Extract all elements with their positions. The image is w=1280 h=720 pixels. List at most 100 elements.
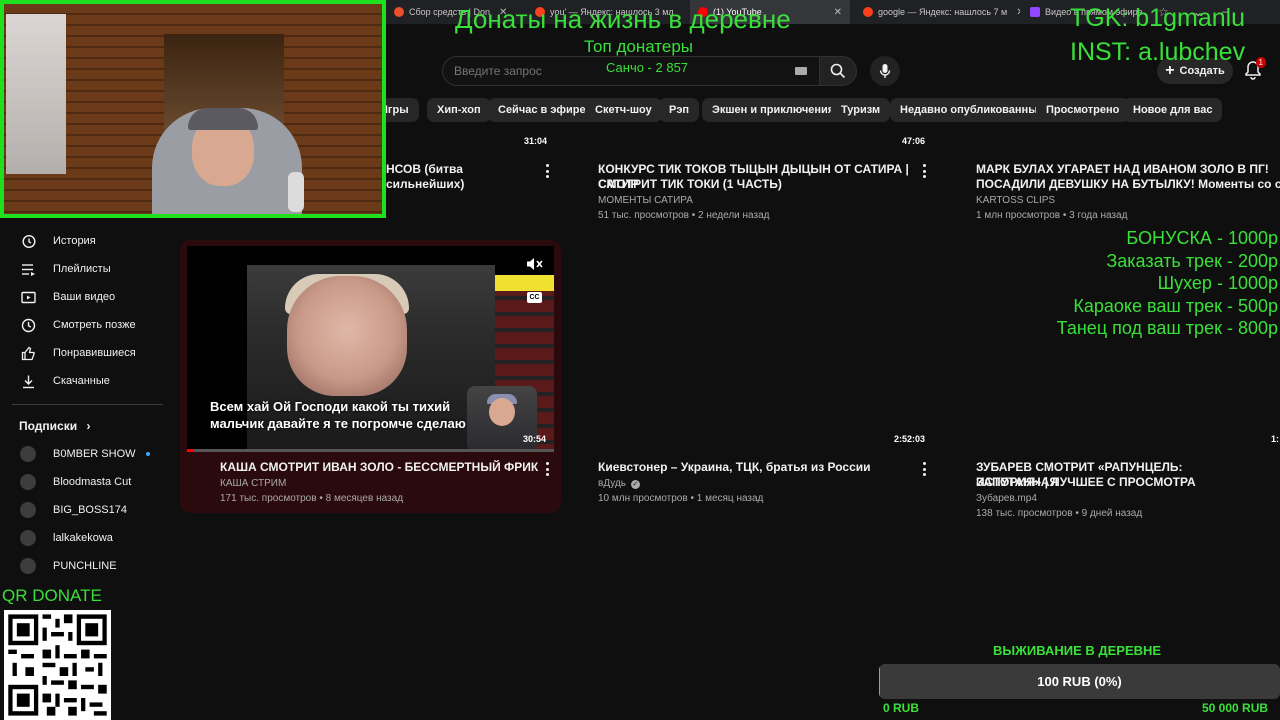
- subscription-label: lalkakekowa: [53, 532, 113, 544]
- sidebar-item-label: Понравившиеся: [53, 347, 136, 359]
- subscription-item[interactable]: B0MBER SHOW: [0, 440, 165, 468]
- channel-avatar: [20, 558, 36, 574]
- preview-progress-bar[interactable]: [187, 449, 554, 452]
- chip-recently-uploaded[interactable]: Недавно опубликованные: [890, 98, 1054, 122]
- sidebar-item-playlists[interactable]: Плейлисты: [0, 255, 165, 283]
- channel-avatar: [20, 446, 36, 462]
- video-meta: 171 тыс. просмотров • 8 месяцев назад: [220, 493, 404, 504]
- video-title[interactable]: КАША СМОТРИТ ИВАН ЗОЛО - БЕССМЕРТНЫЙ ФРИ…: [220, 460, 540, 475]
- donation-goal-max: 50 000 RUB: [1202, 701, 1269, 715]
- your-videos-icon: [20, 289, 36, 305]
- channel-name[interactable]: Зубарев.mp4: [976, 491, 1037, 506]
- notification-count-badge: 1: [1255, 57, 1266, 68]
- more-options-icon[interactable]: [546, 462, 550, 476]
- more-options-icon[interactable]: [923, 462, 927, 476]
- channel-name[interactable]: КАША СТРИМ: [220, 476, 286, 491]
- subscription-item[interactable]: Bloodmasta Cut: [0, 468, 165, 496]
- qr-donate-label: QR DONATE: [2, 586, 102, 605]
- video-meta: 10 млн просмотров • 1 месяц назад: [598, 493, 764, 504]
- subscriptions-heading[interactable]: Подписки ›: [19, 419, 90, 433]
- keyboard-icon[interactable]: [795, 67, 807, 75]
- webcam-window-curtain: [6, 14, 66, 174]
- chip-hiphop[interactable]: Хип-хоп: [427, 98, 491, 122]
- webcam-person-cap: [188, 108, 258, 130]
- donation-goal-title: ВЫЖИВАНИЕ В ДЕРЕВНЕ: [993, 643, 1162, 658]
- overlay-title: Донаты на жизнь в деревне: [455, 4, 791, 34]
- video-meta: 1 млн просмотров • 3 года назад: [976, 210, 1128, 221]
- channel-name[interactable]: МОМЕНТЫ САТИРА: [598, 193, 693, 208]
- channel-avatar: [20, 530, 36, 546]
- notifications-button[interactable]: 1: [1244, 57, 1266, 82]
- video-title[interactable]: МАРК БУЛАХ УГАРАЕТ НАД ИВАНОМ ЗОЛО В ПГ!: [976, 162, 1280, 177]
- subscription-item[interactable]: PUNCHLINE: [0, 552, 165, 580]
- search-icon: [830, 63, 846, 79]
- caption-line: мальчик давайте я те погромче сделаю: [210, 416, 466, 431]
- channel-label: вДудь: [598, 478, 627, 489]
- tab-close-icon[interactable]: ✕: [834, 7, 842, 18]
- video-duration: 1:: [1271, 434, 1280, 444]
- microphone-icon: [879, 64, 891, 78]
- channel-avatar: [20, 502, 36, 518]
- search-button[interactable]: [819, 56, 857, 86]
- webcam-microphone: [288, 172, 304, 212]
- donation-price-item: Караоке ваш трек - 500р: [1073, 296, 1278, 316]
- sidebar-item-downloads[interactable]: Скачанные: [0, 367, 165, 395]
- sidebar-item-your-videos[interactable]: Ваши видео: [0, 283, 165, 311]
- closed-captions-button[interactable]: CC: [527, 292, 542, 303]
- subscription-item[interactable]: BIG_BOSS174: [0, 496, 165, 524]
- subscription-item[interactable]: lalkakekowa: [0, 524, 165, 552]
- chip-action-adventure[interactable]: Экшен и приключения: [702, 98, 845, 122]
- qr-code-graphic: [4, 610, 111, 720]
- chip-rap[interactable]: Рэп: [659, 98, 700, 122]
- more-options-icon[interactable]: [546, 164, 550, 178]
- qr-code: [4, 610, 111, 720]
- sidebar-item-label: Ваши видео: [53, 291, 116, 303]
- video-title-line2[interactable]: ИСТОРИЯ» | ЛУЧШЕЕ С ПРОСМОТРА: [976, 475, 1280, 490]
- donation-price-item: Шухер - 1000р: [1157, 273, 1278, 293]
- donation-price-item: Танец под ваш трек - 800р: [1056, 318, 1278, 338]
- subscription-label: Bloodmasta Cut: [53, 476, 132, 488]
- subscription-label: B0MBER SHOW: [53, 448, 136, 460]
- sidebar-item-label: Смотреть позже: [53, 319, 136, 331]
- video-preview-player[interactable]: CC Всем хай Ой Господи какой ты тихий ма…: [187, 246, 554, 452]
- sidebar-item-history[interactable]: История: [0, 227, 165, 255]
- more-options-icon[interactable]: [923, 164, 927, 178]
- chip-new-to-you[interactable]: Новое для вас: [1123, 98, 1223, 122]
- chip-watched[interactable]: Просмотрено: [1036, 98, 1130, 122]
- donation-goal-bar: 100 RUB (0%): [879, 664, 1280, 699]
- subscriptions-label: Подписки: [19, 419, 78, 433]
- donation-price-item: БОНУСКА - 1000р: [1126, 228, 1278, 248]
- screen: Сбор средств | Don ✕ you' — Яндекс: нашл…: [0, 0, 1280, 720]
- sidebar-item-liked[interactable]: Понравившиеся: [0, 339, 165, 367]
- streamer-face: [489, 398, 515, 426]
- channel-name[interactable]: KARTOSS CLIPS: [976, 193, 1055, 208]
- video-title[interactable]: Киевстонер – Украина, ТЦК, братья из Рос…: [598, 460, 918, 475]
- tab-favicon-icon: [1030, 7, 1040, 17]
- mute-icon[interactable]: [526, 257, 544, 271]
- download-icon: [20, 373, 36, 389]
- like-icon: [20, 345, 36, 361]
- instagram-handle: INST: a.lubchev: [1070, 38, 1246, 66]
- chip-sketch-show[interactable]: Скетч-шоу: [585, 98, 662, 122]
- preview-person-face: [287, 276, 407, 396]
- chip-tourism[interactable]: Туризм: [831, 98, 891, 122]
- voice-search-button[interactable]: [870, 56, 900, 86]
- browser-tab[interactable]: google — Яндекс: нашлось 7 м ✕: [855, 0, 1020, 24]
- tab-favicon-icon: [863, 7, 873, 17]
- video-title-line2[interactable]: ПОСАДИЛИ ДЕВУШКУ НА БУТЫЛКУ! Моменты со …: [976, 177, 1280, 192]
- sidebar-item-label: Плейлисты: [53, 263, 111, 275]
- video-title[interactable]: НСОВ (битва сильнейших): [386, 162, 536, 192]
- video-duration: 2:52:03: [894, 434, 926, 444]
- video-title-line2[interactable]: СМОТРИТ ТИК ТОКИ (1 ЧАСТЬ): [598, 177, 918, 192]
- tab-favicon-icon: [394, 7, 404, 17]
- tab-close-icon[interactable]: ✕: [1016, 7, 1020, 18]
- donation-price-item: Заказать трек - 200р: [1106, 251, 1278, 271]
- top-donor-entry: Санчо - 2 857: [606, 60, 689, 75]
- sidebar-divider: [12, 404, 163, 405]
- preview-progress-fill: [187, 449, 195, 452]
- chip-live-now[interactable]: Сейчас в эфире: [488, 98, 596, 122]
- live-indicator-dot: [145, 452, 150, 456]
- channel-name[interactable]: вДудь ✓: [598, 476, 640, 491]
- sidebar-item-watch-later[interactable]: Смотреть позже: [0, 311, 165, 339]
- sidebar-item-label: История: [53, 235, 96, 247]
